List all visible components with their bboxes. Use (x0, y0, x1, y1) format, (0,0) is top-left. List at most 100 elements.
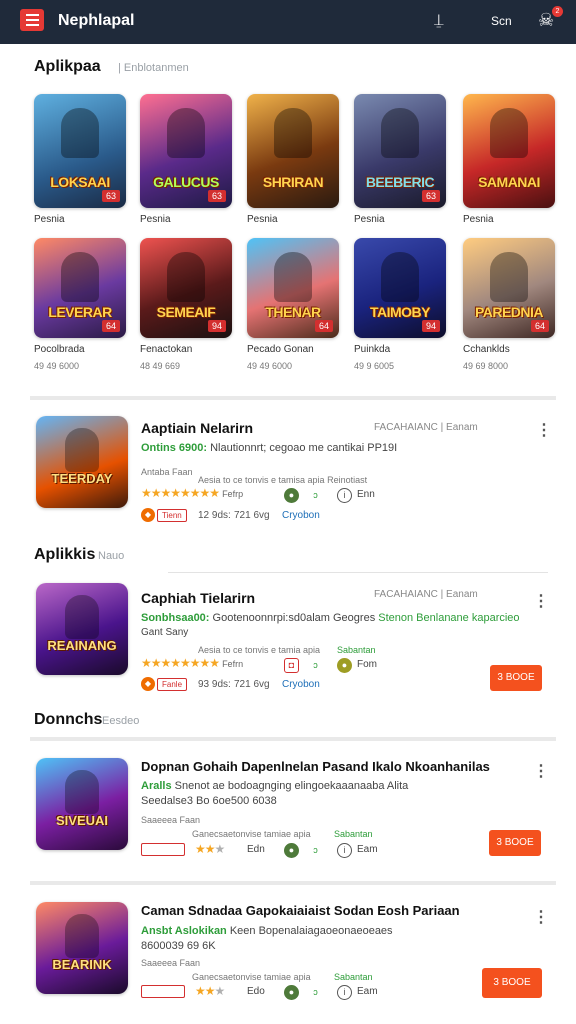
character-art (381, 252, 419, 302)
thumbnail-title: SIVEUAI (55, 813, 108, 828)
more-options-icon[interactable]: ⋮ (533, 907, 549, 927)
install-button[interactable]: 3 BOOE (490, 665, 542, 691)
card-publisher: FACAHAIANC | Eanam (374, 422, 478, 433)
card-highlight: Ontins 6900: (141, 442, 208, 454)
info-label: Fom (357, 659, 377, 670)
section-title: Aplikpaa (34, 58, 101, 75)
controller-icon: ● (284, 488, 299, 503)
refresh-icon: ↄ (313, 490, 318, 500)
thumbnail-title: BEEBERIC (365, 174, 435, 190)
thumbnail-title: THENAR (265, 304, 321, 320)
meta-link[interactable]: Cryobon (282, 679, 320, 690)
thumbnail-title: LOKSAAI (50, 174, 110, 190)
header-action-text[interactable]: Scn (491, 14, 512, 28)
rating-stars: ★★★★★★★★ Fefrp (141, 486, 244, 500)
section-divider (30, 737, 556, 741)
app-thumbnail[interactable]: GALUCUS 63 (140, 94, 232, 208)
app-tile[interactable]: GALUCUS 63 Pesnia (140, 94, 232, 225)
genre-pill[interactable] (141, 843, 185, 856)
character-art (274, 108, 312, 158)
card-desc-text: Snenot ae bodoagnging elingoekaaanaaba A… (174, 780, 409, 792)
rating-label: Edn (247, 844, 265, 855)
price-tag: 63 (421, 190, 440, 202)
thumbnail-title: REAINANG (47, 638, 117, 653)
app-tile[interactable]: TAIMOBY 94 Puinkda 49 9 6005 (354, 238, 446, 371)
character-art (65, 595, 99, 639)
app-tile[interactable]: SEMEAIF 94 Fenactokan 48 49 669 (140, 238, 232, 371)
tile-name: Pecado Gonan (247, 344, 314, 355)
thumbnail-title: SAMANAI (478, 174, 540, 190)
more-options-icon[interactable]: ⋮ (533, 761, 549, 781)
card-title[interactable]: Caphiah Tielarirn (141, 590, 255, 606)
app-tile[interactable]: LEVERAR 64 Pocolbrada 49 49 6000 (34, 238, 126, 371)
menu-icon[interactable] (20, 9, 44, 31)
character-art (61, 108, 99, 158)
antenna-icon[interactable]: ⍊ (434, 12, 444, 30)
app-tile[interactable]: SHRIRAN Pesnia (247, 94, 339, 225)
app-tile[interactable]: SAMANAI Pesnia (463, 94, 555, 225)
controller-icon: ● (284, 985, 299, 1000)
app-thumbnail[interactable]: TAIMOBY 94 (354, 238, 446, 338)
tile-name: Puinkda (354, 344, 391, 355)
info-label: Enn (357, 489, 375, 500)
info-label: Eam (357, 844, 378, 855)
app-thumbnail[interactable]: SAMANAI (463, 94, 555, 208)
more-options-icon[interactable]: ⋮ (536, 420, 552, 440)
card-thumbnail[interactable]: REAINANG (36, 583, 128, 675)
app-thumbnail[interactable]: THENAR 64 (247, 238, 339, 338)
more-options-icon[interactable]: ⋮ (533, 591, 549, 611)
character-art (65, 428, 99, 472)
app-thumbnail[interactable]: LOKSAAI 63 (34, 94, 126, 208)
genre-pill[interactable]: Tienn (157, 509, 187, 522)
section-title: Donnchs (34, 711, 103, 728)
install-button[interactable]: 3 BOOE (489, 830, 541, 856)
genre-pill[interactable] (141, 985, 185, 998)
rating-text: Fefrn (222, 659, 244, 669)
install-button[interactable]: 3 BOOE (482, 968, 542, 998)
card-desc-text: Gootenoonnrpi:sd0alam Geogres (212, 612, 376, 624)
card-category: Saaeeea Faan (141, 815, 201, 825)
tile-name: Fenactokan (140, 344, 193, 355)
app-tile[interactable]: PAREDNIA 64 Cchanklds 49 69 8000 (463, 238, 555, 371)
app-thumbnail[interactable]: PAREDNIA 64 (463, 238, 555, 338)
app-thumbnail[interactable]: SEMEAIF 94 (140, 238, 232, 338)
card-category: Antaba Faan (141, 467, 193, 477)
shield-icon: ◆ (141, 677, 155, 691)
app-tile[interactable]: BEEBERIC 63 Pesnia (354, 94, 446, 225)
app-thumbnail[interactable]: BEEBERIC 63 (354, 94, 446, 208)
tile-meta: 49 49 6000 (247, 361, 293, 371)
card-thumbnail[interactable]: BEARINK (36, 902, 128, 994)
section-subtitle: Eesdeo (102, 715, 140, 727)
card-tagline: Ganecsaetonvise tamiae apia (192, 972, 311, 982)
meta-link[interactable]: Cryobon (282, 510, 320, 521)
tile-name: Pesnia (354, 214, 385, 225)
thumbnail-title: TAIMOBY (369, 304, 431, 320)
section-title: Aplikkis (34, 546, 96, 563)
card-thumbnail[interactable]: TEERDAY (36, 416, 128, 508)
app-thumbnail[interactable]: SHRIRAN (247, 94, 339, 208)
card-title[interactable]: Caman Sdnadaa Gapokaiaiaist Sodan Eosh P… (141, 903, 460, 918)
card-tagline: Aesia to ce tonvis e tamisa apia Reinoti… (198, 475, 368, 485)
refresh-icon: ↄ (313, 660, 318, 670)
character-art (381, 108, 419, 158)
card-title[interactable]: Aaptiain Nelarirn (141, 420, 253, 436)
thumbnail-title: TEERDAY (51, 471, 113, 486)
app-thumbnail[interactable]: LEVERAR 64 (34, 238, 126, 338)
controller-icon: ● (337, 658, 352, 673)
card-highlight: Sonbhsaa00: (141, 612, 210, 624)
thumbnail-title: LEVERAR (48, 304, 112, 320)
card-thumbnail[interactable]: SIVEUAI (36, 758, 128, 850)
app-title: Nephlapal (58, 12, 135, 29)
rating-stars: ★★★ (195, 842, 225, 856)
card-description: Ontins 6900: Nlautionnrt; cegoao me cant… (141, 442, 397, 454)
price-tag: 64 (314, 320, 333, 332)
rating-text: Fefrp (222, 489, 244, 499)
app-tile[interactable]: THENAR 64 Pecado Gonan 49 49 6000 (247, 238, 339, 371)
card-title[interactable]: Dopnan Gohaih Dapenlnelan Pasand Ikalo N… (141, 759, 490, 774)
app-tile[interactable]: LOKSAAI 63 Pesnia (34, 94, 126, 225)
character-art (61, 252, 99, 302)
genre-pill[interactable]: Fanle (157, 678, 188, 691)
card-tag-green: Sabantan (334, 829, 373, 839)
price-tag: 94 (421, 320, 440, 332)
price-tag: 63 (101, 190, 120, 202)
